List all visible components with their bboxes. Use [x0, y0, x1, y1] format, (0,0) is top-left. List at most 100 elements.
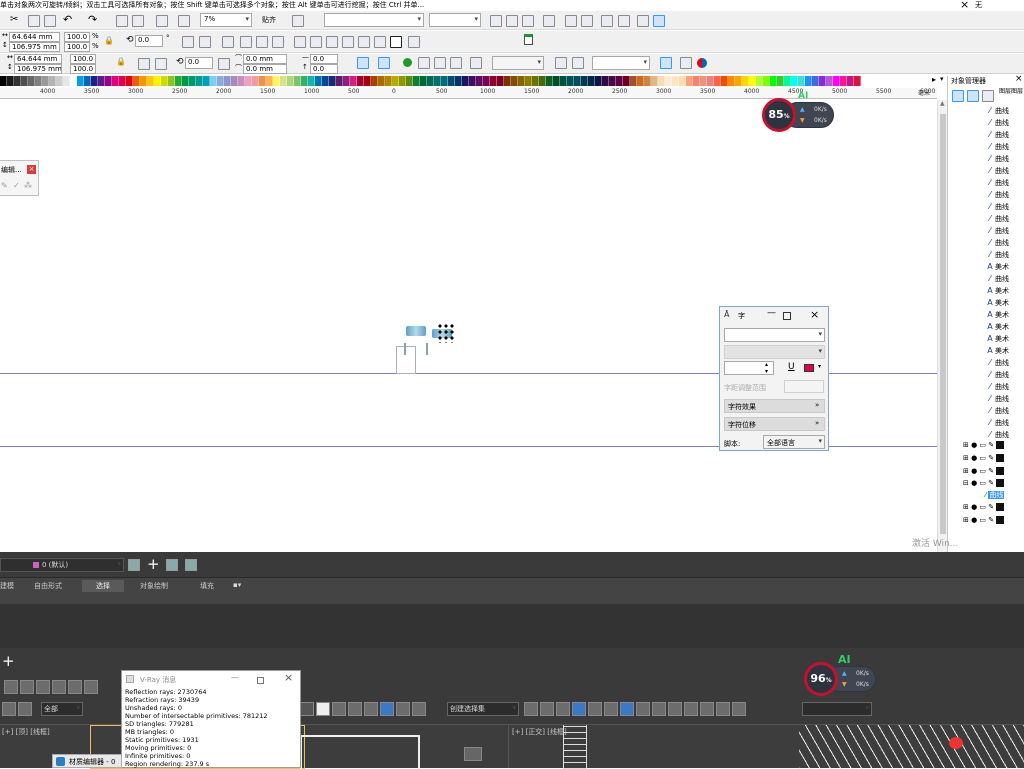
color-swatch[interactable] [805, 76, 812, 86]
object-row[interactable]: ⁄ 曲线 [985, 153, 1009, 165]
maximize-icon[interactable] [783, 312, 791, 320]
color-swatch[interactable] [315, 76, 322, 86]
color-swatch[interactable] [210, 76, 217, 86]
color-swatch[interactable] [784, 76, 791, 86]
create-boundary-icon[interactable] [408, 36, 420, 48]
color-swatch[interactable] [588, 76, 595, 86]
pick-icon[interactable]: ✓ [13, 181, 20, 190]
object-row[interactable]: A 美术 [985, 309, 1009, 321]
wireframe-object[interactable] [563, 725, 587, 769]
color-swatch[interactable] [7, 76, 14, 86]
layer-explorer-icon[interactable] [556, 702, 570, 716]
selected-object-row[interactable]: ⁄ 曲线 [985, 490, 1023, 501]
color-swatch[interactable] [42, 76, 49, 86]
redo-icon[interactable]: ↷ [88, 13, 97, 26]
color-swatch[interactable] [798, 76, 805, 86]
selection-filter-select[interactable]: 全部 [41, 702, 83, 716]
color-swatch[interactable] [609, 76, 616, 86]
object-row[interactable]: A 美术 [985, 321, 1009, 333]
color-swatch[interactable] [700, 76, 707, 86]
horizontal-text-icon[interactable] [637, 15, 649, 27]
layer-row[interactable]: ⊞ ● ▭ ✎ [963, 516, 1023, 526]
color-swatch[interactable] [693, 76, 700, 86]
outline-icon[interactable] [418, 57, 430, 69]
material-editor-tab[interactable]: 材质编辑器 - 0 [52, 754, 122, 768]
object-row[interactable]: ⁄ 曲线 [985, 177, 1009, 189]
layer-row[interactable]: ⊟ ● ▭ ✎ [963, 479, 1023, 489]
pen-icon[interactable]: ✎ [1, 181, 8, 190]
bold-icon[interactable] [490, 15, 502, 27]
align-icon[interactable] [540, 702, 554, 716]
tab-modeling[interactable]: 建模 [0, 581, 14, 591]
color-swatch[interactable] [294, 76, 301, 86]
docker-tab[interactable]: 对象管理器 [951, 76, 986, 86]
show-properties-icon[interactable] [952, 90, 964, 102]
outline-width-b-input[interactable]: 0.0 [310, 64, 338, 74]
layer-tool-icon[interactable] [128, 559, 140, 571]
ungroup-all-icon[interactable] [272, 36, 284, 48]
close-icon[interactable]: × [1015, 74, 1023, 84]
object-row[interactable]: A 美术 [985, 333, 1009, 345]
layer-select[interactable]: 0 (默认) [0, 558, 124, 572]
y-position-input[interactable]: 106.975 mm [14, 64, 62, 74]
underline-icon[interactable] [522, 15, 534, 27]
color-swatch[interactable] [98, 76, 105, 86]
zoom-level-select[interactable]: 7% [200, 13, 252, 27]
color-swatch[interactable] [574, 76, 581, 86]
scale-y-input[interactable]: 100.0 [70, 64, 96, 74]
rotate-icon[interactable] [316, 702, 330, 716]
group-icon[interactable] [240, 36, 252, 48]
object-row[interactable]: ⁄ 曲线 [985, 201, 1009, 213]
color-swatch[interactable] [721, 76, 728, 86]
color-swatch[interactable] [812, 76, 819, 86]
color-swatch[interactable] [441, 76, 448, 86]
color-swatch[interactable] [133, 76, 140, 86]
layer-row[interactable]: ⊞ ● ▭ ✎ [963, 503, 1023, 513]
color-swatch[interactable] [273, 76, 280, 86]
viewport-label[interactable]: [+] [正交] [线框] [512, 727, 567, 737]
delete-icon[interactable] [572, 57, 584, 69]
unlink-icon[interactable] [18, 702, 32, 716]
object-row[interactable]: A 美术 [985, 285, 1009, 297]
color-swatch[interactable] [483, 76, 490, 86]
object-row[interactable]: ⁄ 曲线 [985, 249, 1009, 261]
color-swatch[interactable] [371, 76, 378, 86]
color-swatch[interactable] [469, 76, 476, 86]
tab-freeform[interactable]: 自由形式 [34, 581, 62, 591]
move-icon[interactable] [300, 702, 314, 716]
close-icon[interactable]: × [960, 0, 969, 11]
color-swatch[interactable] [462, 76, 469, 86]
link-icon[interactable] [2, 702, 16, 716]
color-swatch[interactable] [217, 76, 224, 86]
color-swatch[interactable] [322, 76, 329, 86]
character-offset-section[interactable]: 字符位移 » [724, 417, 825, 431]
object-row[interactable]: ⁄ 曲线 [985, 429, 1009, 441]
color-swatch[interactable] [546, 76, 553, 86]
color-swatch[interactable] [308, 76, 315, 86]
wireframe-object[interactable] [300, 735, 420, 769]
tab-selection[interactable]: 选择 [82, 580, 124, 592]
selection-handles[interactable] [437, 323, 456, 343]
object-row[interactable]: ⁄ 曲线 [985, 369, 1009, 381]
color-swatch[interactable] [56, 76, 63, 86]
color-swatch[interactable] [840, 76, 847, 86]
text-align-icon[interactable] [543, 15, 555, 27]
layer-row[interactable]: ⊞ ● ▭ ✎ [963, 467, 1023, 477]
angle-snap-icon[interactable] [364, 702, 378, 716]
teapot-icon[interactable] [684, 702, 698, 716]
layer-manager-icon[interactable] [982, 90, 994, 102]
lock-ratio-icon[interactable]: 🔒 [116, 57, 126, 66]
snap-node-icon[interactable] [357, 57, 369, 69]
kerning-range-input[interactable] [784, 380, 824, 393]
object-row[interactable]: ⁄ 曲线 [985, 129, 1009, 141]
color-swatch[interactable] [602, 76, 609, 86]
color-swatch[interactable] [511, 76, 518, 86]
outline-style-select[interactable] [592, 56, 650, 70]
pan-hand-icon[interactable] [660, 57, 672, 69]
render-icon[interactable] [668, 702, 682, 716]
color-swatch[interactable] [329, 76, 336, 86]
color-swatch[interactable] [343, 76, 350, 86]
vray-c-icon[interactable] [732, 702, 746, 716]
snap-to-button[interactable]: 贴齐 [262, 15, 276, 25]
color-swatch[interactable] [182, 76, 189, 86]
